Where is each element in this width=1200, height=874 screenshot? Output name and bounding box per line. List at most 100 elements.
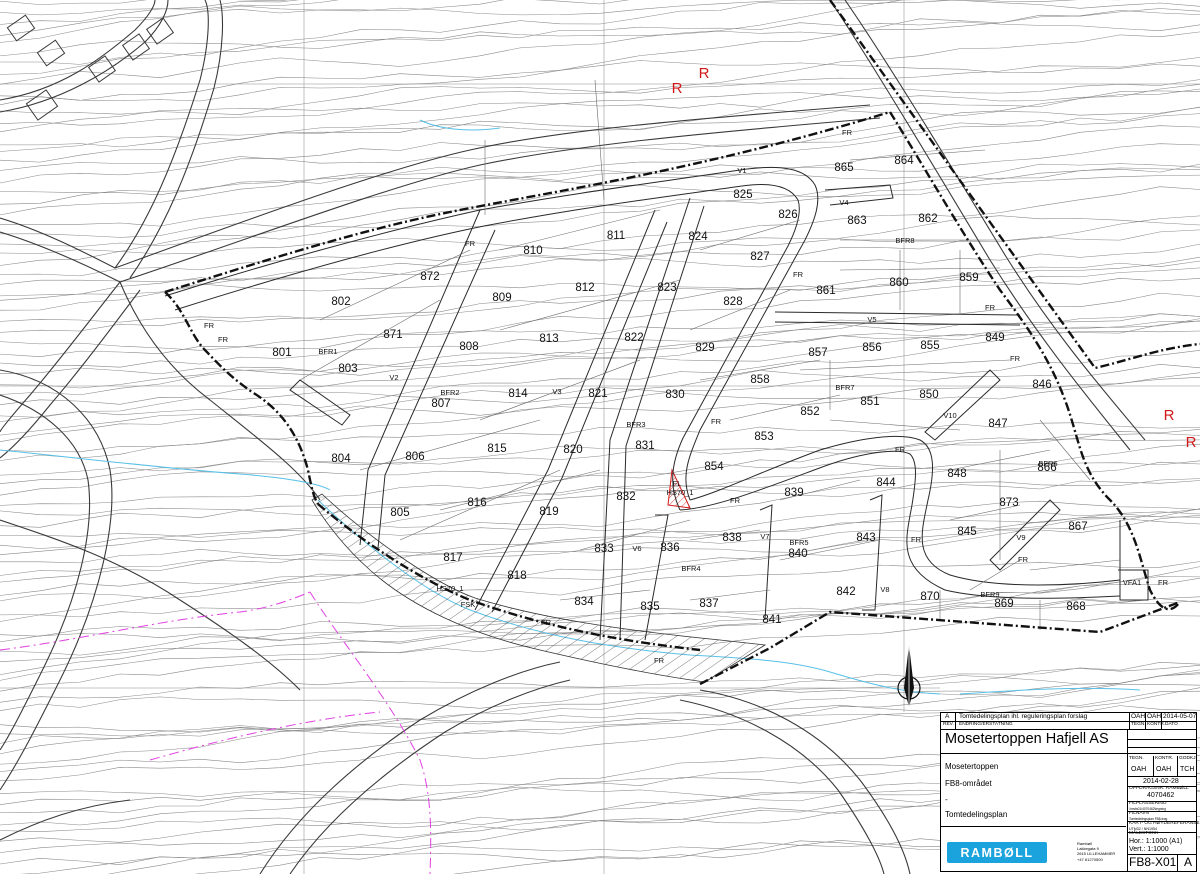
plot-number-label: 855	[920, 340, 939, 352]
zone-code-label: FR	[711, 417, 722, 426]
scale-vertical: Vert.: 1:1000	[1129, 846, 1169, 853]
plot-number-label: 833	[594, 543, 613, 555]
zone-code-label: V1	[737, 166, 746, 175]
project-name: Mosetertoppen	[945, 762, 999, 771]
plot-number-label: 836	[660, 542, 679, 554]
reference-label: KART- OG HØYDEREFERANSE	[1129, 821, 1200, 826]
zone-code-label: FR	[204, 321, 215, 330]
plot-number-label: 814	[508, 388, 528, 400]
client-name: Mosetertoppen Hafjell AS	[945, 731, 1109, 747]
plot-number-label: 849	[985, 332, 1004, 344]
zone-code-label: BFR2	[440, 388, 459, 397]
plot-number-label: 861	[816, 285, 835, 297]
plot-number-label: 856	[862, 342, 881, 354]
plot-number-label: 873	[999, 497, 1018, 509]
plot-number-label: 845	[957, 526, 976, 538]
rev-header-tegn: TEGN.	[1131, 722, 1146, 727]
plot-number-label: 847	[988, 418, 1007, 430]
plot-number-label: 846	[1032, 379, 1051, 391]
ramboll-logo: RAMBØLL	[947, 842, 1047, 863]
plot-number-label: 838	[722, 532, 741, 544]
sign-value-godkj: TCH	[1180, 766, 1195, 773]
rev-drawn-by: OAH	[1131, 713, 1146, 720]
plot-number-label: 839	[784, 487, 803, 499]
zone-code-label: BFR7	[835, 383, 854, 392]
red-marker-label: R	[1164, 407, 1175, 424]
plot-number-label: 872	[420, 271, 439, 283]
zone-code-label: BFR8	[895, 236, 914, 245]
zone-code-label: HS70_1	[436, 584, 463, 593]
plot-number-label: 811	[607, 230, 625, 242]
zone-code-label: BFR9	[980, 590, 999, 599]
plot-number-label: 813	[539, 333, 558, 345]
zone-code-label: V7	[760, 532, 769, 541]
plot-number-label: 859	[959, 272, 978, 284]
zone-code-label: V6	[632, 544, 641, 553]
zone-code-label: BFR1	[318, 347, 337, 356]
plot-number-label: 865	[834, 162, 853, 174]
plot-number-label: 818	[507, 570, 526, 582]
plot-number-label: 853	[754, 431, 773, 443]
red-marker-label: R	[1186, 434, 1197, 451]
company-address: Rambøll Lakkegata 9 2615 LILLEHAMMER +47…	[1077, 841, 1115, 862]
plot-number-label: 826	[778, 209, 797, 221]
revision-letter: A	[1184, 855, 1193, 869]
company-line: 2615 LILLEHAMMER	[1077, 851, 1116, 857]
plot-number-label: 806	[405, 451, 424, 463]
area-name: FB8-området	[945, 779, 992, 788]
zone-code-label: FR	[541, 618, 552, 627]
zone-code-label: FR	[654, 656, 665, 665]
plot-number-label: 834	[574, 596, 594, 608]
zone-code-label: FR	[730, 496, 741, 505]
zone-code-label: BFR6	[1038, 459, 1057, 468]
plot-number-label: 830	[665, 389, 684, 401]
plot-number-label: 825	[733, 189, 752, 201]
drawing-date: 2014-02-28	[1143, 778, 1179, 785]
plot-number-label: 819	[539, 506, 558, 518]
rev-date: 2014-05-07	[1163, 713, 1197, 720]
rev-header: REV.	[943, 722, 954, 727]
zone-code-label: FR	[465, 239, 476, 248]
plot-number-label: 807	[431, 398, 450, 410]
plot-number-label: 804	[331, 453, 351, 465]
plot-number-label: 841	[762, 614, 781, 626]
zone-code-label: FR	[842, 128, 853, 137]
plot-number-label: 854	[704, 461, 724, 473]
sign-label-godkj: GODKJ.	[1179, 756, 1197, 761]
zone-code-label: FR	[793, 270, 804, 279]
plot-number-label: 867	[1068, 521, 1087, 533]
plot-number-label: 868	[1066, 601, 1085, 613]
plot-number-label: 808	[459, 341, 478, 353]
plot-number-label: 852	[800, 406, 819, 418]
zone-code-label: FR	[1018, 555, 1029, 564]
zone-code-label: V3	[552, 387, 561, 396]
zone-code-label: FR	[1010, 354, 1021, 363]
plot-number-label: 844	[876, 477, 896, 489]
drawing-title: Tomtedelingsplan	[945, 810, 1008, 819]
plot-number-label: 860	[889, 277, 908, 289]
rev-header-kontr: KONTR.	[1147, 722, 1166, 727]
plot-number-label: 858	[750, 374, 769, 386]
plot-number-label: 820	[563, 444, 582, 456]
plot-number-label: 857	[808, 347, 827, 359]
rev-checked-by: OAH	[1147, 713, 1162, 720]
plot-number-label: 851	[860, 396, 879, 408]
plot-number-label: 835	[640, 601, 659, 613]
plot-number-label: 842	[836, 586, 855, 598]
rev-header-dato: DATO	[1165, 722, 1178, 727]
plot-number-label: 803	[338, 363, 357, 375]
zone-code-label: BFR3	[626, 420, 645, 429]
zone-code-label: V10	[943, 411, 956, 420]
plot-number-label: 810	[523, 245, 542, 257]
rev-header-text: ENDRING/ERSTATNING	[959, 722, 1013, 727]
zone-code-label: FL	[673, 479, 682, 488]
red-marker-label: R	[672, 80, 683, 97]
malestokk-label: MÅLESTOKK	[1129, 831, 1159, 836]
plot-number-label: 812	[575, 282, 594, 294]
plot-number-label: 863	[847, 215, 866, 227]
sign-value-kontr: OAH	[1156, 766, 1172, 773]
company-line: +47 61270500	[1077, 856, 1103, 862]
plot-number-label: 827	[750, 251, 769, 263]
plot-number-label: 801	[272, 347, 291, 359]
plot-number-label: 805	[390, 507, 409, 519]
